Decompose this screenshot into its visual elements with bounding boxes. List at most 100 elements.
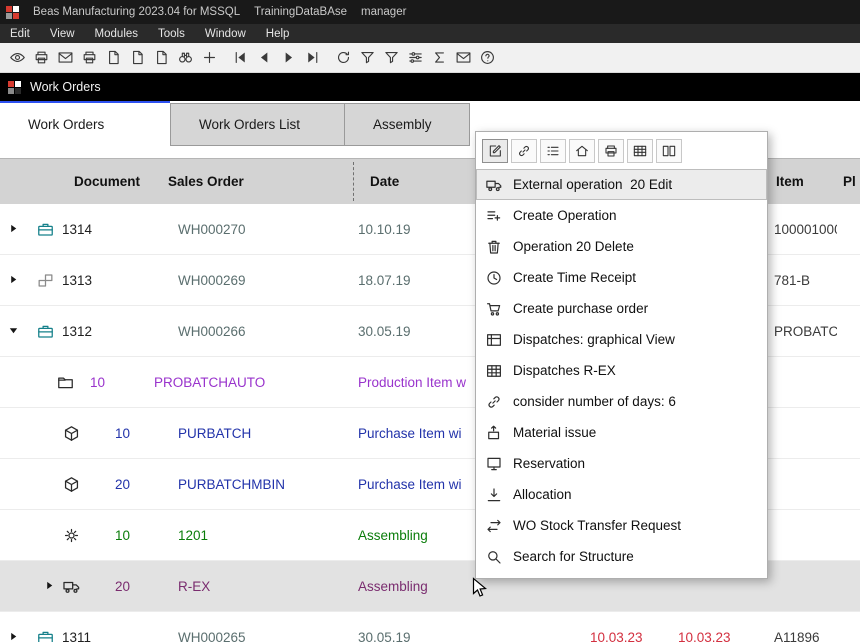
column-header-item[interactable]: Item	[762, 174, 837, 189]
document-cell: 1314	[62, 222, 152, 237]
row-type-icon-cell	[28, 628, 62, 642]
context-menu-item-reservation[interactable]: Reservation	[476, 448, 767, 479]
item-code-cell: PURBATCH	[152, 426, 322, 441]
toolbar-button-add[interactable]	[198, 47, 220, 69]
table-icon	[632, 143, 648, 159]
tab-work-orders[interactable]: Work Orders	[0, 103, 170, 146]
context-menu-item-consider-number-of-days-6[interactable]: consider number of days: 6	[476, 386, 767, 417]
context-menu-item-label: Operation 20 Delete	[513, 239, 634, 254]
toolbar-button-print-form[interactable]	[78, 47, 100, 69]
expander-icon-wrap[interactable]	[0, 223, 19, 234]
row-type-icon-cell	[28, 475, 62, 494]
expander-icon-wrap[interactable]	[0, 631, 19, 642]
context-menu-item-material-issue[interactable]: Material issue	[476, 417, 767, 448]
context-menu-item-create-operation[interactable]: Create Operation	[476, 200, 767, 231]
allocation-icon	[485, 486, 503, 504]
expander-collapsed-icon[interactable]	[8, 223, 19, 234]
tab-assembly[interactable]: Assembly	[345, 103, 470, 146]
toolbar-button-last-record[interactable]	[301, 47, 323, 69]
expander-cell	[0, 630, 28, 642]
clock-icon	[485, 269, 503, 287]
expander-collapsed-icon[interactable]	[8, 274, 19, 285]
item-cell: A11896	[762, 630, 837, 642]
row-type-icon-cell	[28, 373, 62, 392]
context-menu-item-operation-20-delete[interactable]: Operation 20 Delete	[476, 231, 767, 262]
expander-collapsed-icon[interactable]	[8, 631, 19, 642]
toolbar-button-refresh[interactable]	[332, 47, 354, 69]
toolbar-button-prev-record[interactable]	[253, 47, 275, 69]
column-header-pl[interactable]: Pl	[837, 174, 860, 189]
date-cell: 18.07.19	[322, 273, 475, 288]
column-header-sales-order[interactable]: Sales Order	[152, 174, 322, 189]
expander-icon-wrap[interactable]	[0, 274, 19, 285]
expander-expanded-icon[interactable]	[8, 325, 19, 336]
toolbar-button-next-record[interactable]	[277, 47, 299, 69]
toolbar-button-settings-sliders[interactable]	[404, 47, 426, 69]
column-header-date[interactable]: Date	[322, 174, 475, 189]
context-menu-item-create-purchase-order[interactable]: Create purchase order	[476, 293, 767, 324]
toolbar-button-file-transfer[interactable]	[150, 47, 172, 69]
toolbar-button-preview-eye[interactable]	[6, 47, 28, 69]
help-icon	[479, 49, 496, 66]
document-cell: 1312	[62, 324, 152, 339]
context-menu-item-external-operation-20-edit[interactable]: External operation 20 Edit	[476, 169, 767, 200]
menu-window[interactable]: Window	[195, 28, 256, 40]
toolbar-button-word-export[interactable]	[126, 47, 148, 69]
application-window: Beas Manufacturing 2023.04 for MSSQL Tra…	[0, 0, 860, 642]
menu-edit[interactable]: Edit	[0, 28, 40, 40]
context-toolbar-home[interactable]	[569, 139, 595, 163]
expander-cell	[0, 222, 28, 237]
mouse-cursor	[472, 577, 488, 604]
context-menu-item-allocation[interactable]: Allocation	[476, 479, 767, 510]
toolbar-button-find-binoculars[interactable]	[174, 47, 196, 69]
context-toolbar-print[interactable]	[598, 139, 624, 163]
panel-title: Work Orders	[30, 80, 101, 94]
tab-work-orders-list[interactable]: Work Orders List	[170, 103, 345, 146]
sales-order-cell: WH000269	[152, 273, 322, 288]
document-cell: 1313	[62, 273, 152, 288]
trash-icon	[485, 238, 503, 256]
context-menu-item-create-time-receipt[interactable]: Create Time Receipt	[476, 262, 767, 293]
window-title: Beas Manufacturing 2023.04 for MSSQL	[33, 6, 240, 18]
context-toolbar-sort-list[interactable]	[540, 139, 566, 163]
folder-icon	[56, 373, 75, 392]
menu-modules[interactable]: Modules	[85, 28, 148, 40]
toolbar-button-help[interactable]	[476, 47, 498, 69]
context-menu-item-label: Create Operation	[513, 208, 617, 223]
toolbar-button-print[interactable]	[30, 47, 52, 69]
context-menu-item-search-for-structure[interactable]: Search for Structure	[476, 541, 767, 572]
toolbar-button-filter[interactable]	[356, 47, 378, 69]
toolbar-button-filter-edit[interactable]	[380, 47, 402, 69]
sales-order-cell: WH000266	[152, 324, 322, 339]
context-toolbar-table[interactable]	[627, 139, 653, 163]
context-menu-item-dispatches-graphical-view[interactable]: Dispatches: graphical View	[476, 324, 767, 355]
context-menu-item-wo-stock-transfer-request[interactable]: WO Stock Transfer Request	[476, 510, 767, 541]
table-row[interactable]: 1311WH00026530.05.1910.03.2310.03.23A118…	[0, 612, 860, 642]
print-icon	[33, 49, 50, 66]
expander-icon-wrap[interactable]	[0, 325, 19, 336]
column-header-document[interactable]: Document	[62, 174, 152, 189]
toolbar-button-formula[interactable]	[428, 47, 450, 69]
settings-sliders-icon	[407, 49, 424, 66]
context-menu-item-label: Allocation	[513, 487, 572, 502]
context-menu-item-dispatches-r-ex[interactable]: Dispatches R-EX	[476, 355, 767, 386]
context-toolbar-link[interactable]	[511, 139, 537, 163]
stock-boxes-icon	[36, 271, 55, 290]
dispatch-graphical-icon	[485, 331, 503, 349]
context-toolbar-edit[interactable]	[482, 139, 508, 163]
description-cell: Assembling	[322, 579, 590, 594]
menu-view[interactable]: View	[40, 28, 85, 40]
toolbar-button-first-record[interactable]	[229, 47, 251, 69]
panel-logo-icon	[8, 81, 21, 94]
toolbar-button-send-mail[interactable]	[452, 47, 474, 69]
dispatch-icon	[485, 176, 503, 194]
toolbar-button-mail[interactable]	[54, 47, 76, 69]
work-order-icon	[36, 322, 55, 341]
toolbar-button-export-file[interactable]	[102, 47, 124, 69]
column-splitter[interactable]	[353, 162, 354, 201]
menu-help[interactable]: Help	[256, 28, 300, 40]
date-cell: 10.10.19	[322, 222, 475, 237]
menu-tools[interactable]: Tools	[148, 28, 195, 40]
context-toolbar-columns[interactable]	[656, 139, 682, 163]
grid-table-icon	[485, 362, 503, 380]
